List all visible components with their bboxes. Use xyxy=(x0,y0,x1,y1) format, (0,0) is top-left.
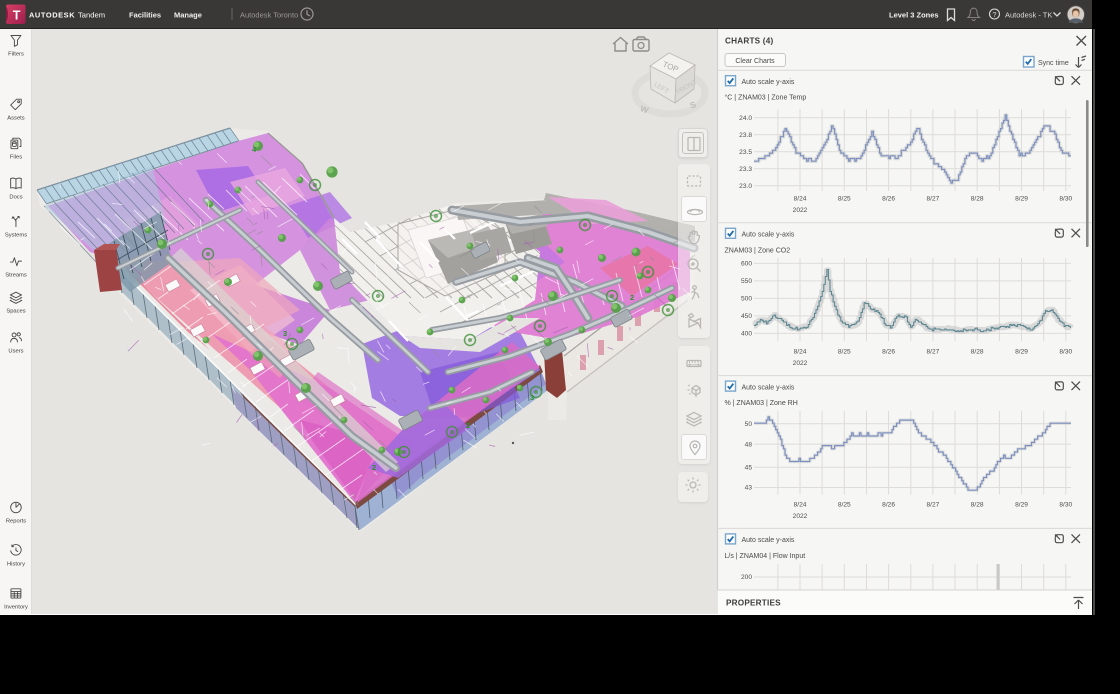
svg-text:2022: 2022 xyxy=(793,513,808,520)
svg-text:8/28: 8/28 xyxy=(971,349,984,356)
svg-text:2022: 2022 xyxy=(793,207,808,214)
svg-text:8/25: 8/25 xyxy=(838,196,851,203)
svg-text:Streams: Streams xyxy=(5,273,27,279)
svg-text:T: T xyxy=(13,9,21,23)
svg-text:8/28: 8/28 xyxy=(971,502,984,509)
svg-text:8/27: 8/27 xyxy=(926,502,939,509)
svg-text:Auto scale y-axis: Auto scale y-axis xyxy=(742,384,795,391)
svg-text:43: 43 xyxy=(745,485,753,492)
svg-text:Auto scale y-axis: Auto scale y-axis xyxy=(742,232,795,239)
svg-text:24.0: 24.0 xyxy=(739,115,752,122)
svg-text:8/27: 8/27 xyxy=(926,349,939,356)
svg-text:8/26: 8/26 xyxy=(882,502,895,509)
svg-text:8/30: 8/30 xyxy=(1059,196,1072,203)
svg-text:8/26: 8/26 xyxy=(882,196,895,203)
svg-text:2022: 2022 xyxy=(793,360,808,367)
svg-text:L/s | ZNAM04 | Flow Input: L/s | ZNAM04 | Flow Input xyxy=(725,553,806,560)
svg-text:°C | ZNAM03 | Zone Temp: °C | ZNAM03 | Zone Temp xyxy=(725,94,807,102)
svg-text:Filters: Filters xyxy=(8,52,24,58)
svg-text:Sync time: Sync time xyxy=(1038,60,1069,67)
svg-text:8/29: 8/29 xyxy=(1015,349,1028,356)
svg-text:Users: Users xyxy=(8,349,23,355)
svg-text:600: 600 xyxy=(741,261,752,268)
svg-text:Spaces: Spaces xyxy=(6,309,25,315)
svg-text:Docs: Docs xyxy=(9,195,22,201)
svg-text:Tandem: Tandem xyxy=(78,11,105,20)
svg-text:PROPERTIES: PROPERTIES xyxy=(726,599,781,608)
svg-text:Systems: Systems xyxy=(5,233,27,239)
svg-text:8/30: 8/30 xyxy=(1059,502,1072,509)
svg-text:Autodesk - TK: Autodesk - TK xyxy=(1005,10,1052,19)
svg-text:Auto scale y-axis: Auto scale y-axis xyxy=(742,537,795,544)
svg-text:History: History xyxy=(7,562,25,568)
svg-text:200: 200 xyxy=(741,574,752,581)
svg-text:Level 3 Zones: Level 3 Zones xyxy=(889,10,939,19)
svg-text:8/30: 8/30 xyxy=(1059,349,1072,356)
svg-text:8/25: 8/25 xyxy=(838,502,851,509)
svg-text:Facilities: Facilities xyxy=(129,10,161,19)
svg-text:ZNAM03 | Zone CO2: ZNAM03 | Zone CO2 xyxy=(725,247,791,254)
svg-text:450: 450 xyxy=(741,313,752,320)
svg-text:8/24: 8/24 xyxy=(794,349,807,356)
svg-text:400: 400 xyxy=(741,331,752,338)
svg-text:8/28: 8/28 xyxy=(971,196,984,203)
svg-text:Clear Charts: Clear Charts xyxy=(735,58,775,65)
svg-text:50: 50 xyxy=(745,421,753,428)
svg-text:CHARTS (4): CHARTS (4) xyxy=(725,37,773,46)
svg-text:AUTODESK: AUTODESK xyxy=(29,11,75,20)
svg-text:8/27: 8/27 xyxy=(926,196,939,203)
svg-text:8/24: 8/24 xyxy=(794,196,807,203)
svg-text:23.0: 23.0 xyxy=(739,183,752,190)
svg-text:Assets: Assets xyxy=(7,116,24,122)
svg-text:23.8: 23.8 xyxy=(739,132,752,139)
svg-text:Inventory: Inventory xyxy=(4,605,28,611)
svg-text:45: 45 xyxy=(745,464,753,471)
svg-text:8/25: 8/25 xyxy=(838,349,851,356)
svg-text:23.5: 23.5 xyxy=(739,149,752,156)
svg-text:500: 500 xyxy=(741,296,752,303)
svg-text:Reports: Reports xyxy=(6,519,26,525)
svg-text:48: 48 xyxy=(745,441,753,448)
svg-text:% | ZNAM03 | Zone RH: % | ZNAM03 | Zone RH xyxy=(725,400,798,407)
svg-text:23.3: 23.3 xyxy=(739,166,752,173)
svg-text:Autodesk Toronto: Autodesk Toronto xyxy=(240,10,298,19)
svg-text:Manage: Manage xyxy=(174,10,202,19)
svg-text:550: 550 xyxy=(741,278,752,285)
svg-text:Auto scale y-axis: Auto scale y-axis xyxy=(742,79,795,86)
svg-text:?: ? xyxy=(992,10,996,19)
svg-text:Files: Files xyxy=(10,155,22,161)
svg-text:8/26: 8/26 xyxy=(882,349,895,356)
svg-text:8/24: 8/24 xyxy=(794,502,807,509)
svg-text:8/29: 8/29 xyxy=(1015,196,1028,203)
svg-text:8/29: 8/29 xyxy=(1015,502,1028,509)
